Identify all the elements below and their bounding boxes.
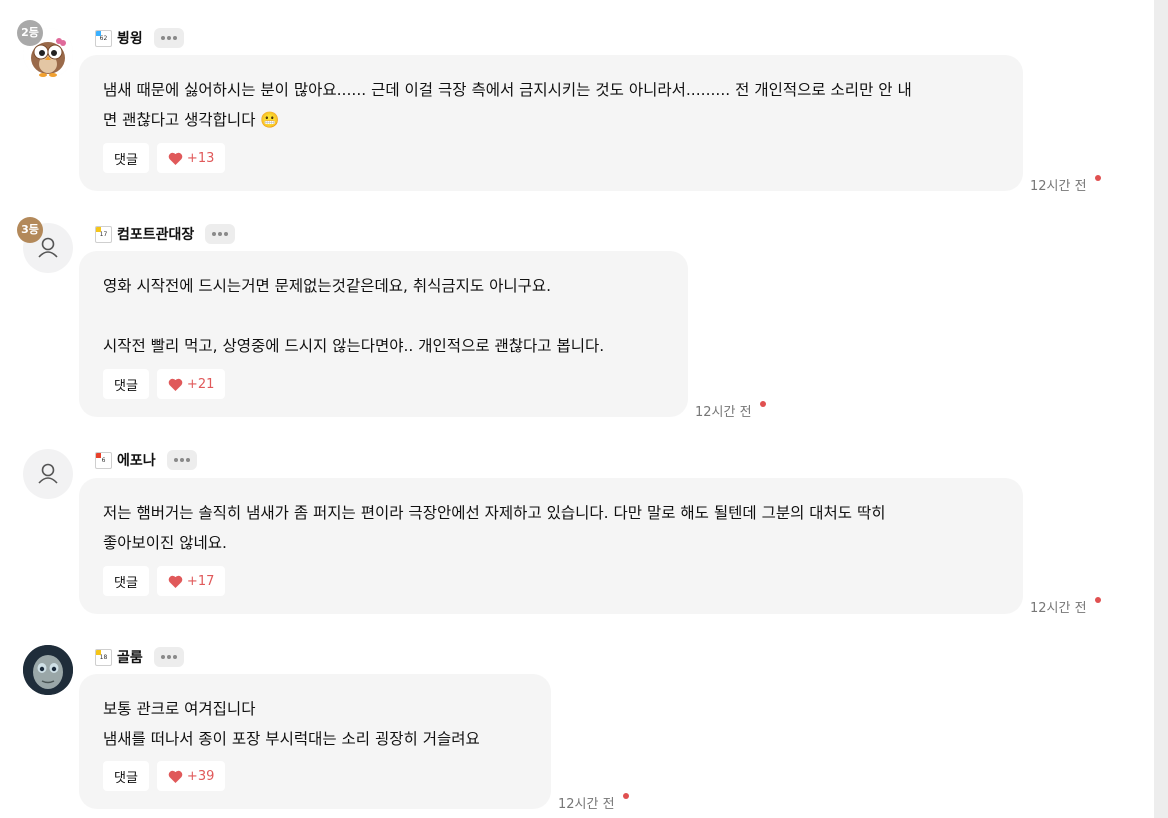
like-button[interactable]: +39 — [156, 761, 226, 791]
new-indicator-dot — [1094, 597, 1101, 603]
comment-text: 보통 관크로 여겨집니다 냄새를 떠나서 종이 포장 부시럭대는 소리 굉장히 … — [103, 700, 480, 748]
comment-actions: 댓글 +39 — [103, 761, 226, 791]
new-indicator-dot — [1094, 175, 1101, 181]
nickname[interactable]: 뷩윙 — [117, 28, 143, 48]
comment-actions: 댓글 +13 — [103, 143, 226, 173]
reply-button[interactable]: 댓글 — [103, 566, 149, 596]
reply-button[interactable]: 댓글 — [103, 761, 149, 791]
comment-bubble: 보통 관크로 여겨집니다 냄새를 떠나서 종이 포장 부시럭대는 소리 굉장히 … — [79, 674, 551, 809]
nickname[interactable]: 골룸 — [117, 647, 143, 667]
comment-text: 영화 시작전에 드시는거면 문제없는것같은데요, 취식금지도 아니구요. 시작전… — [103, 277, 605, 355]
comment-text: 저는 햄버거는 솔직히 냄새가 좀 퍼지는 편이라 극장안에선 자제하고 있습니… — [103, 504, 886, 552]
new-indicator-dot — [759, 401, 766, 407]
default-user-avatar[interactable] — [23, 449, 73, 499]
comment-actions: 댓글 +21 — [103, 369, 226, 399]
comment-bubble: 영화 시작전에 드시는거면 문제없는것같은데요, 취식금지도 아니구요. 시작전… — [79, 251, 688, 417]
heart-icon — [168, 378, 183, 391]
comment-bubble: 저는 햄버거는 솔직히 냄새가 좀 퍼지는 편이라 극장안에선 자제하고 있습니… — [79, 478, 1023, 614]
like-count: +21 — [186, 376, 215, 392]
more-options-icon[interactable] — [166, 450, 197, 470]
comment-header: 62 뷩윙 — [95, 28, 184, 48]
level-icon: 17 — [95, 225, 112, 243]
level-icon: 62 — [95, 29, 112, 47]
like-count: +13 — [186, 150, 215, 166]
comment-header: 6 에포나 — [95, 450, 197, 470]
more-options-icon[interactable] — [205, 224, 236, 244]
like-button[interactable]: +13 — [156, 143, 226, 173]
timestamp-text: 12시간 전 — [695, 405, 752, 420]
comment-header: 18 골룸 — [95, 647, 184, 667]
gollum-avatar[interactable] — [23, 645, 73, 695]
reply-button[interactable]: 댓글 — [103, 369, 149, 399]
timestamp: 12시간 전 — [1030, 175, 1101, 194]
timestamp: 12시간 전 — [558, 793, 629, 812]
like-button[interactable]: +21 — [156, 369, 226, 399]
comment-bubble: 냄새 때문에 싫어하시는 분이 많아요...... 근데 이걸 극장 측에서 금… — [79, 55, 1023, 191]
new-indicator-dot — [622, 793, 629, 799]
timestamp: 12시간 전 — [1030, 597, 1101, 616]
like-count: +17 — [186, 573, 215, 589]
timestamp-text: 12시간 전 — [558, 797, 615, 812]
more-options-icon[interactable] — [153, 28, 184, 48]
timestamp-text: 12시간 전 — [1030, 179, 1087, 194]
heart-icon — [168, 575, 183, 588]
timestamp: 12시간 전 — [695, 401, 766, 420]
rank-badge: 3등 — [17, 217, 43, 243]
level-icon: 6 — [95, 451, 112, 469]
nickname[interactable]: 에포나 — [117, 450, 156, 470]
comment-actions: 댓글 +17 — [103, 566, 226, 596]
timestamp-text: 12시간 전 — [1030, 601, 1087, 616]
more-options-icon[interactable] — [153, 647, 184, 667]
user-icon — [38, 463, 58, 484]
like-count: +39 — [186, 768, 215, 784]
like-button[interactable]: +17 — [156, 566, 226, 596]
nickname[interactable]: 컴포트관대장 — [117, 224, 194, 244]
comment-header: 17 컴포트관대장 — [95, 224, 236, 244]
rank-badge: 2등 — [17, 20, 43, 46]
level-icon: 18 — [95, 648, 112, 666]
reply-button[interactable]: 댓글 — [103, 143, 149, 173]
comment-text: 냄새 때문에 싫어하시는 분이 많아요...... 근데 이걸 극장 측에서 금… — [103, 81, 912, 129]
heart-icon — [168, 152, 183, 165]
heart-icon — [168, 770, 183, 783]
scrollbar[interactable] — [1154, 0, 1168, 818]
